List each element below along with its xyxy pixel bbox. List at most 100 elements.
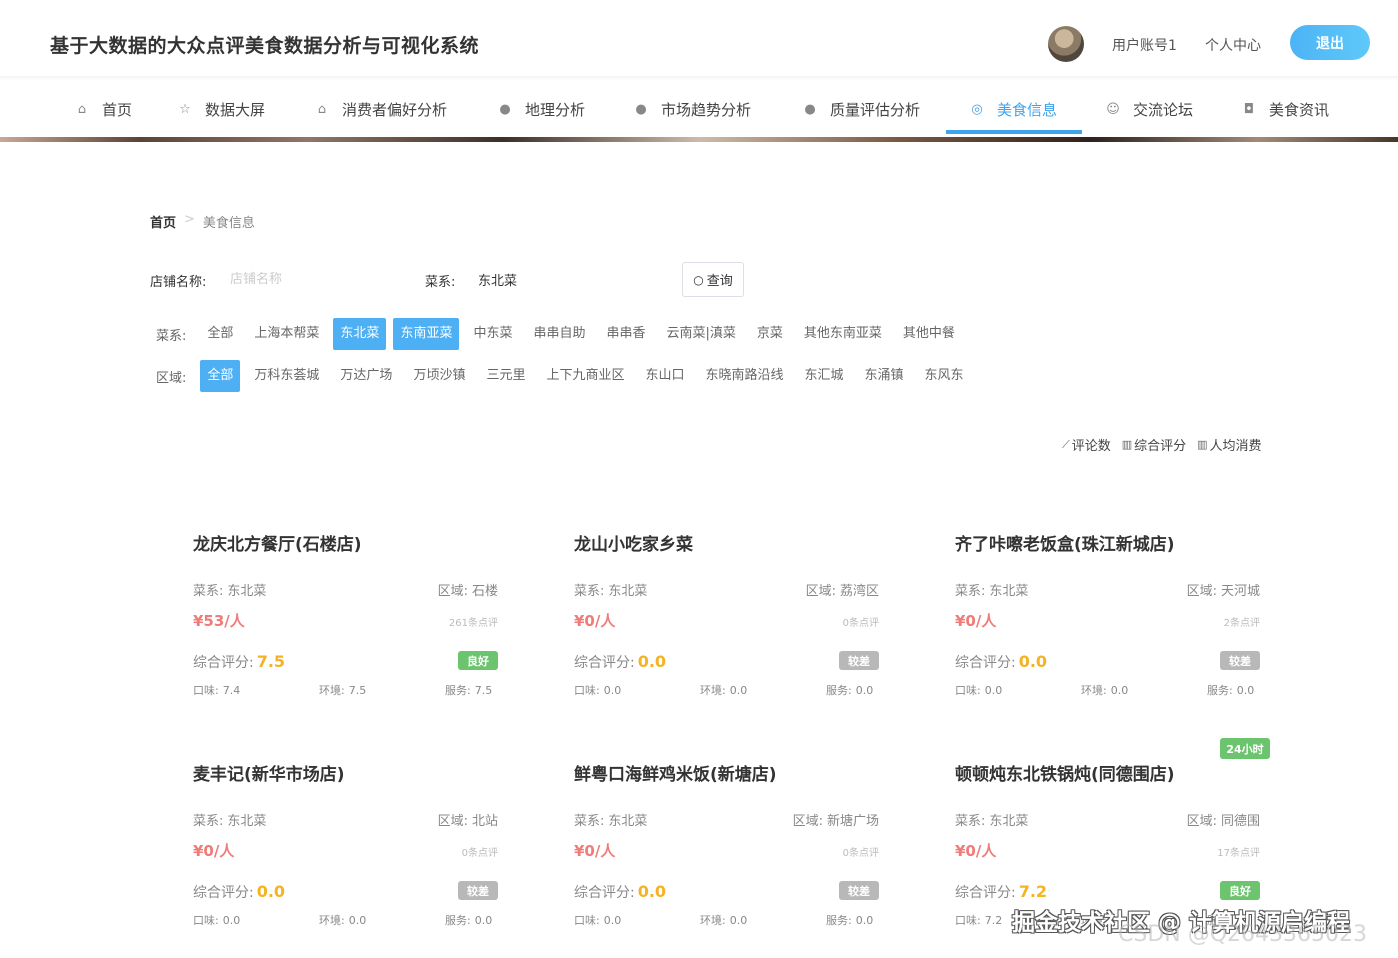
review-count: 0条点评 bbox=[842, 848, 879, 859]
nav-item-label: 美食信息 bbox=[997, 100, 1058, 119]
breadcrumb-separator: > bbox=[184, 212, 195, 227]
cuisine-info-label: 菜系: bbox=[574, 584, 605, 599]
nav-item-7[interactable]: ☺ 交流论坛 bbox=[1105, 80, 1193, 138]
service-score: 服务: 0.0 bbox=[826, 682, 873, 698]
user-account-name[interactable]: 用户账号1 bbox=[1112, 35, 1177, 55]
sort-option[interactable]: ⟋ 评论数 bbox=[1062, 435, 1111, 455]
taste-score: 口味: 7.2 bbox=[955, 912, 1002, 928]
cuisine-filter-option[interactable]: 其他中餐 bbox=[896, 318, 962, 350]
taste-score: 口味: 7.4 bbox=[193, 682, 240, 698]
area-filter-row: 区域: 全部 万科东荟城 万达广场 万顷沙镇 三元里 上下九商业区 东山口 东晓南路沿线 东汇城… bbox=[156, 360, 978, 392]
restaurant-name: 麦丰记(新华市场店) bbox=[193, 765, 345, 785]
env-score: 环境: 0.0 bbox=[700, 912, 747, 928]
service-score: 服务: 0.0 bbox=[826, 912, 873, 928]
area-filter-option[interactable]: 东汇城 bbox=[798, 360, 851, 392]
query-button[interactable]: ○ 查询 bbox=[682, 262, 744, 297]
trend-icon: ⟋ bbox=[1062, 437, 1070, 451]
area-info-value: 石楼 bbox=[471, 584, 498, 599]
nav-item-0[interactable]: ⌂ 首页 bbox=[74, 80, 132, 138]
area-filter-option[interactable]: 万达广场 bbox=[333, 360, 399, 392]
sort-option[interactable]: ▥ 人均消费 bbox=[1197, 435, 1261, 454]
cuisine-filter-label: 菜系: bbox=[156, 328, 187, 344]
nav-item-5[interactable]: ● 质量评估分析 bbox=[802, 80, 920, 138]
area-filter-option[interactable]: 万科东荟城 bbox=[247, 360, 326, 392]
area-filter-option[interactable]: 万顷沙镇 bbox=[406, 360, 472, 392]
restaurant-card[interactable]: 麦丰记(新华市场店) 菜系: 东北菜 区域: 北站 ¥0/人 0条点评 综合评分: 0.0 较差口… bbox=[193, 760, 498, 950]
service-score: 服务: 7.5 bbox=[445, 682, 492, 698]
env-score: 环境: 0.0 bbox=[319, 912, 366, 928]
area-info-value: 北站 bbox=[471, 814, 498, 829]
review-count: 261条点评 bbox=[448, 618, 498, 629]
cuisine-info-value: 东北菜 bbox=[608, 584, 648, 599]
main-nav: ⌂ 首页 ☆ 数据大屏 ⌂ 消费者偏好分析 ● 地理分析 ● 市场趋势分析 ● 质量评估分析 ◎ 美食信息… bbox=[0, 80, 1398, 140]
restaurant-card[interactable]: 齐了咔嚓老饭盒(珠江新城店) 菜系: 东北菜 区域: 天河城 ¥0/人 2条点评 综合评分: 0… bbox=[955, 530, 1260, 720]
cuisine-filter-option[interactable]: 串串自助 bbox=[526, 318, 592, 350]
open-24h-badge: 24小时 bbox=[1220, 738, 1270, 759]
logout-button[interactable]: 退出 bbox=[1290, 25, 1370, 60]
breadcrumb-home[interactable]: 首页 bbox=[150, 212, 176, 231]
cuisine-info-label: 菜系: bbox=[193, 814, 224, 829]
rating-badge: 良好 bbox=[1220, 881, 1260, 900]
nav-item-3[interactable]: ● 地理分析 bbox=[497, 80, 585, 138]
nav-item-1[interactable]: ☆ 数据大屏 bbox=[177, 80, 265, 138]
taste-score-value: 7.4 bbox=[222, 684, 241, 697]
sort-option[interactable]: ▥ 综合评分 bbox=[1122, 435, 1186, 454]
user-center-link[interactable]: 个人中心 bbox=[1205, 35, 1261, 55]
cuisine-filter-option[interactable]: 京菜 bbox=[750, 318, 790, 350]
cuisine-filter-option[interactable]: 全部 bbox=[200, 318, 240, 350]
area-filter-option[interactable]: 东风东 bbox=[918, 360, 971, 392]
area-filter-option[interactable]: 东晓南路沿线 bbox=[699, 360, 791, 392]
overall-score-label: 综合评分: bbox=[193, 655, 254, 671]
overall-score: 综合评分: 0.0 bbox=[574, 882, 666, 902]
cuisine-filter-option[interactable]: 其他东南亚菜 bbox=[797, 318, 889, 350]
env-score-value: 0.0 bbox=[348, 914, 367, 927]
cuisine-info: 菜系: 东北菜 bbox=[955, 810, 1028, 829]
env-score: 环境: 0.0 bbox=[1081, 682, 1128, 698]
shop-name-input[interactable] bbox=[230, 262, 410, 296]
avg-price: ¥0/人 bbox=[955, 842, 997, 860]
env-score: 环境: 7.5 bbox=[319, 682, 366, 698]
cuisine-filter-option[interactable]: 云南菜|滇菜 bbox=[660, 318, 743, 350]
cuisine-filter-option[interactable]: 串串香 bbox=[599, 318, 652, 350]
nav-item-2[interactable]: ⌂ 消费者偏好分析 bbox=[314, 80, 447, 138]
cuisine-filter-option[interactable]: 中东菜 bbox=[466, 318, 519, 350]
area-filter-option[interactable]: 全部 bbox=[200, 360, 241, 392]
breadcrumb-current: 美食信息 bbox=[202, 216, 255, 231]
cuisine-input[interactable] bbox=[478, 262, 658, 296]
restaurant-name: 龙庆北方餐厅(石楼店) bbox=[193, 535, 362, 555]
cuisine-info-value: 东北菜 bbox=[989, 814, 1029, 829]
cuisine-filter-option[interactable]: 上海本帮菜 bbox=[247, 318, 326, 350]
taste-score-label: 口味: bbox=[955, 914, 981, 927]
rating-badge: 良好 bbox=[458, 651, 498, 670]
restaurant-card[interactable]: 龙庆北方餐厅(石楼店) 菜系: 东北菜 区域: 石楼 ¥53/人 261条点评 综合评分: 7.… bbox=[193, 530, 498, 720]
nav-item-4[interactable]: ● 市场趋势分析 bbox=[633, 80, 751, 138]
overall-score: 综合评分: 0.0 bbox=[193, 882, 285, 902]
overall-score-label: 综合评分: bbox=[574, 655, 635, 671]
env-score-label: 环境: bbox=[700, 914, 726, 927]
overall-score-label: 综合评分: bbox=[955, 655, 1016, 671]
area-filter-option[interactable]: 三元里 bbox=[479, 360, 532, 392]
nav-item-label: 美食资讯 bbox=[1269, 100, 1330, 119]
area-filter-option[interactable]: 东涌镇 bbox=[858, 360, 911, 392]
restaurant-card[interactable]: 龙山小吃家乡菜 菜系: 东北菜 区域: 荔湾区 ¥0/人 0条点评 综合评分: 0.0 较差 口味:… bbox=[574, 530, 879, 720]
cuisine-info-value: 东北菜 bbox=[608, 814, 648, 829]
search-bar: 店铺名称: 菜系: ○ 查询 bbox=[150, 262, 750, 297]
service-score-label: 服务: bbox=[826, 914, 852, 927]
nav-item-8[interactable]: ◘ 美食资讯 bbox=[1241, 80, 1329, 138]
area-info-label: 区域: bbox=[1186, 584, 1217, 599]
avg-price: ¥0/人 bbox=[955, 612, 997, 630]
star-icon: ☆ bbox=[179, 101, 191, 117]
service-score: 服务: 0.0 bbox=[1207, 682, 1254, 698]
restaurant-card[interactable]: 鲜粤口海鲜鸡米饭(新塘店) 菜系: 东北菜 区域: 新塘广场 ¥0/人 0条点评 综合评分: 0… bbox=[574, 760, 879, 950]
area-filter-option[interactable]: 上下九商业区 bbox=[539, 360, 631, 392]
avatar[interactable] bbox=[1048, 26, 1084, 62]
service-score-label: 服务: bbox=[1207, 684, 1233, 697]
cuisine-filter-option[interactable]: 东北菜 bbox=[333, 318, 387, 350]
restaurant-name: 齐了咔嚓老饭盒(珠江新城店) bbox=[955, 535, 1175, 555]
bar-chart-icon: ▥ bbox=[1197, 438, 1208, 451]
cuisine-filter-option[interactable]: 东南亚菜 bbox=[393, 318, 460, 350]
cuisine-info: 菜系: 东北菜 bbox=[193, 580, 266, 599]
taste-score-label: 口味: bbox=[193, 684, 219, 697]
area-filter-option[interactable]: 东山口 bbox=[638, 360, 691, 392]
restaurant-name: 顿顿炖东北铁锅炖(同德围店) bbox=[955, 765, 1175, 785]
